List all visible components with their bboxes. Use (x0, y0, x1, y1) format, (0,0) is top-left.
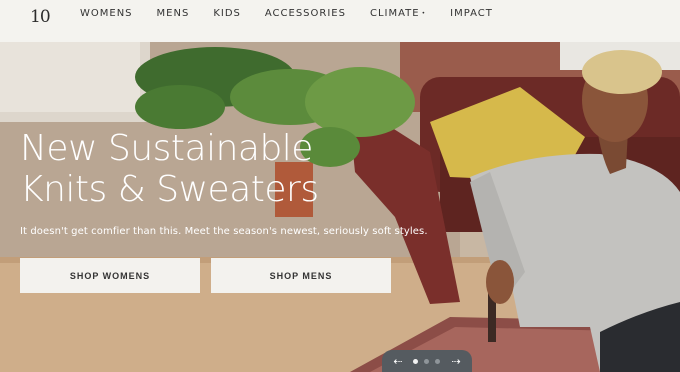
hero-banner: New Sustainable Knits & Sweaters It does… (0, 42, 680, 372)
nav-item-label: ACCESSORIES (264, 8, 346, 19)
nav-item-label: KIDS (213, 8, 241, 19)
hero-title-line: New Sustainable (20, 128, 313, 169)
brand-logo[interactable]: 10 (30, 4, 60, 30)
nav-item-label: MENS (156, 8, 190, 19)
prev-arrow-icon[interactable]: ⇠ (393, 355, 402, 368)
nav-item-label: IMPACT (450, 8, 493, 19)
carousel-dots (413, 358, 441, 364)
nav-item-accessories[interactable]: ACCESSORIES (265, 8, 346, 19)
nav-item-label: CLIMATE (369, 8, 420, 19)
nav-item-womens[interactable]: WOMENS (80, 8, 133, 19)
hero-title-line: Knits & Sweaters (20, 169, 319, 210)
nav-item-climate[interactable]: CLIMATE • (370, 8, 426, 19)
nav-item-mens[interactable]: MENS (157, 8, 190, 19)
nav-item-kids[interactable]: KIDS (213, 8, 241, 19)
shop-mens-button[interactable]: SHOP MENS (211, 258, 391, 293)
dropdown-caret-icon: • (421, 10, 427, 17)
hero-subtitle: It doesn't get comfier than this. Meet t… (20, 226, 428, 237)
logo-text: 10 (30, 7, 51, 27)
carousel-dot[interactable] (424, 358, 430, 364)
hero-buttons: SHOP WOMENS SHOP MENS (20, 258, 402, 293)
carousel-dot[interactable] (435, 358, 441, 364)
top-navigation: 10 WOMENS MENS KIDS ACCESSORIES CLIMATE •… (0, 0, 680, 42)
hero-title: New Sustainable Knits & Sweaters (20, 128, 420, 210)
carousel-dot[interactable] (413, 358, 419, 364)
next-arrow-icon[interactable]: ⇢ (451, 355, 460, 368)
nav-item-label: WOMENS (80, 8, 133, 19)
shop-womens-button[interactable]: SHOP WOMENS (20, 258, 200, 293)
carousel-controls: ⇠ ⇢ (382, 350, 472, 372)
nav-item-impact[interactable]: IMPACT (450, 8, 493, 19)
hero-content: New Sustainable Knits & Sweaters It does… (20, 128, 428, 237)
nav-menu: WOMENS MENS KIDS ACCESSORIES CLIMATE • IM… (80, 8, 517, 19)
